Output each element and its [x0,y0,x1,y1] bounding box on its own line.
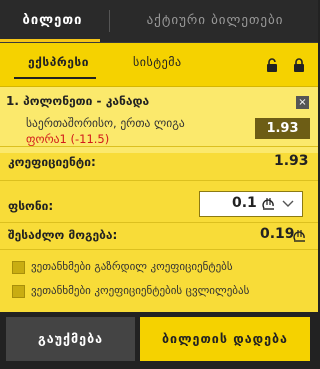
win-value-wrap: 0.19 [260,226,295,242]
divider [0,249,318,250]
place-bet-button[interactable]: ბილეთის დადება [140,317,310,361]
bet-match-name: პოლონეთი - კანადა [23,94,150,108]
bet-number: 1. [6,94,19,108]
betslip: ბილეთი აქტიური ბილეთები ექსპრესი სისტემა… [0,0,318,369]
win-label: შესაძლო მოგება: [8,228,118,242]
accept-higher-odds-label: ვეთანხმები გაზრდილ კოეფიციენტებს [31,260,233,273]
win-value: 0.19 [260,226,295,242]
lock-open-icon[interactable] [266,58,278,72]
tab-active-indicator [0,39,100,42]
lari-currency-icon [262,198,274,210]
accept-odds-change-label: ვეთანხმები კოეფიციენტების ცვლილებას [31,284,250,297]
coef-label: კოეფიციენტი: [8,155,96,169]
bet-odds: 1.93 [255,118,310,139]
bet-match: 1. პოლონეთი - კანადა [6,94,149,108]
subtab-active-indicator [14,77,96,79]
divider [0,222,318,223]
bet-league: საერთაშორისო, ერთა ლიგა [26,116,185,130]
tab-express[interactable]: ექსპრესი [28,55,89,69]
coef-value: 1.93 [274,153,309,169]
lari-currency-icon [293,230,305,242]
stake-value: 0.1 [232,195,257,211]
clear-button[interactable]: გაუქმება [6,317,135,361]
tab-active-bets[interactable]: აქტიური ბილეთები [112,0,318,42]
tab-divider [109,10,110,32]
divider [0,146,318,147]
remove-bet-button[interactable]: × [296,96,309,109]
lock-icon[interactable] [293,58,305,72]
tab-betslip[interactable]: ბილეთი [0,0,105,42]
accept-higher-odds-checkbox[interactable] [12,261,25,274]
bet-market: ფორა1 (-11.5) [26,132,110,146]
chevron-down-icon[interactable] [282,200,294,208]
top-tabs: ბილეთი აქტიური ბილეთები [0,0,318,43]
accept-odds-change-checkbox[interactable] [12,285,25,298]
divider [0,180,318,181]
bet-type-tabs: ექსპრესი სისტემა [0,43,318,87]
tab-system[interactable]: სისტემა [133,55,182,69]
stake-input[interactable]: 0.1 [199,191,303,217]
stake-label: ფსონი: [8,199,54,213]
